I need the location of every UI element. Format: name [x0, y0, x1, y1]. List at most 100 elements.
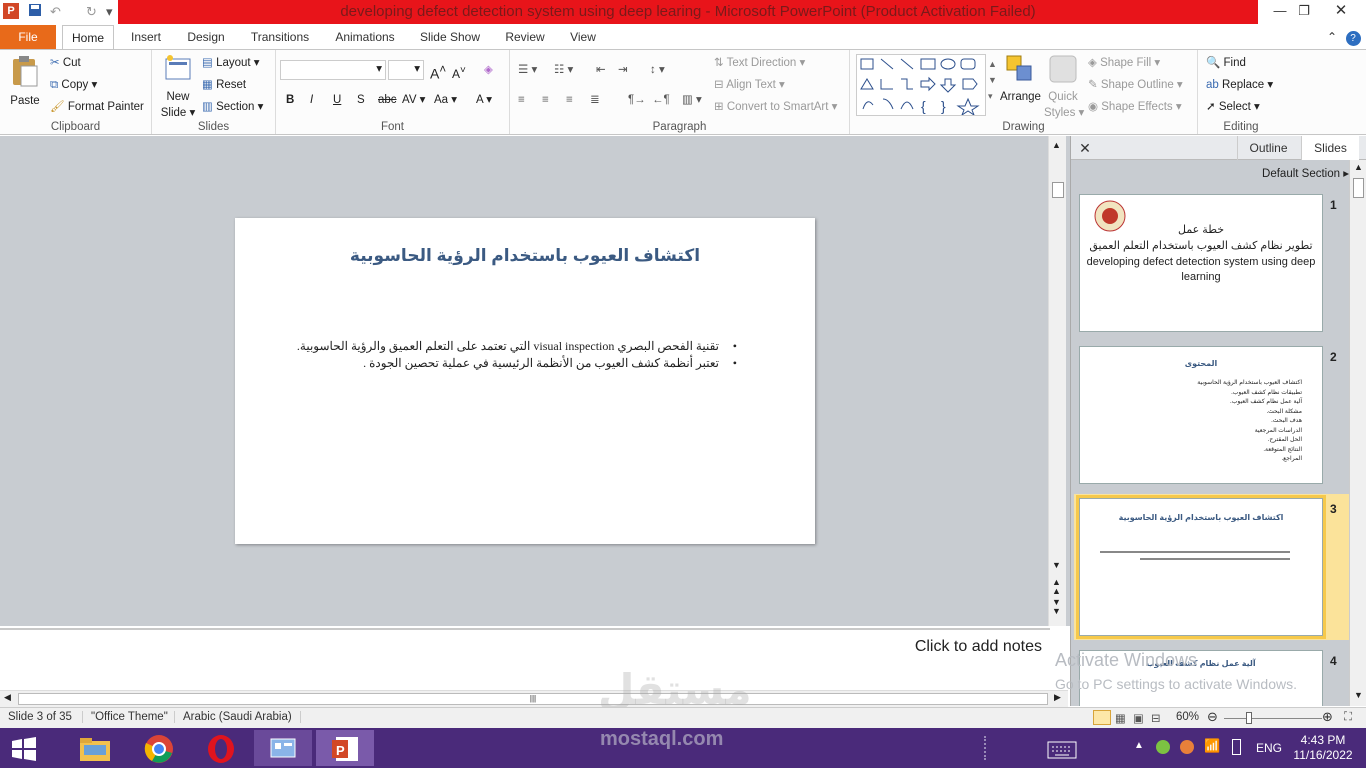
shape-fill-button[interactable]: ◈ Shape Fill ▾	[1088, 55, 1160, 71]
fit-to-window-icon[interactable]: ⛶	[1344, 711, 1352, 724]
tab-file[interactable]: File	[0, 25, 56, 49]
taskbar-chrome[interactable]	[130, 730, 188, 766]
start-button[interactable]	[0, 730, 48, 766]
rtl-icon[interactable]: ←¶	[652, 92, 670, 108]
taskbar-file-explorer[interactable]	[66, 730, 124, 766]
underline-icon[interactable]: U	[333, 92, 341, 108]
slide-bullet-1[interactable]: تقنية الفحص البصري visual inspection الت…	[297, 339, 737, 354]
taskbar-control-panel[interactable]	[254, 730, 312, 766]
font-name-select[interactable]: ▾	[280, 60, 386, 80]
slide-thumbnail-2[interactable]: المحتوى اكتشاف العيوب باستخدام الرؤية ال…	[1079, 346, 1323, 484]
tray-app-icon[interactable]	[1156, 740, 1170, 754]
pane-scroll-thumb[interactable]	[1353, 178, 1364, 198]
slide-bullet-2[interactable]: تعتبر أنظمة كشف العيوب من الأنظمة الرئيس…	[363, 356, 737, 371]
scroll-right-icon[interactable]: ▶	[1054, 692, 1061, 703]
zoom-in-icon[interactable]: ⊕	[1322, 709, 1333, 725]
pane-scroll-down-icon[interactable]: ▼	[1354, 690, 1363, 700]
section-button[interactable]: ▥ Section ▾	[202, 99, 263, 115]
tab-slide-show[interactable]: Slide Show	[414, 25, 486, 49]
grow-font-icon[interactable]: A˄	[430, 62, 446, 82]
close-pane-icon[interactable]: ✕	[1077, 136, 1093, 160]
tab-slides[interactable]: Slides	[1301, 136, 1359, 160]
italic-icon[interactable]: I	[310, 92, 313, 108]
tab-home[interactable]: Home	[62, 25, 114, 50]
battery-icon[interactable]	[1232, 739, 1241, 755]
undo-icon[interactable]: ↶	[50, 3, 61, 21]
language-indicator[interactable]: Arabic (Saudi Arabia)	[174, 711, 301, 723]
convert-smartart-button[interactable]: ⊞ Convert to SmartArt ▾	[714, 99, 837, 115]
format-painter-button[interactable]: 🖌 Format Painter	[50, 99, 144, 115]
ribbon-collapse-icon[interactable]: ⌃	[1322, 25, 1342, 49]
copy-button[interactable]: ⧉ Copy ▾	[50, 77, 97, 93]
theme-name[interactable]: "Office Theme"	[82, 711, 168, 723]
slide-thumbnail-1[interactable]: خطة عمل تطوير نظام كشف العيوب باستخدام ا…	[1079, 194, 1323, 332]
bullets-icon[interactable]: ☰ ▾	[518, 62, 537, 78]
previous-slide-icon[interactable]: ▲ ▲	[1052, 578, 1061, 596]
redo-icon[interactable]: ↻	[86, 3, 97, 21]
close-button[interactable]: ✕	[1316, 0, 1366, 22]
align-text-button[interactable]: ⊟ Align Text ▾	[714, 77, 785, 93]
tab-view[interactable]: View	[563, 25, 603, 49]
numbering-icon[interactable]: ☷ ▾	[554, 62, 573, 78]
tab-insert[interactable]: Insert	[124, 25, 168, 49]
shape-outline-button[interactable]: ✎ Shape Outline ▾	[1088, 77, 1183, 93]
reading-view-icon[interactable]: ▣	[1133, 711, 1144, 725]
text-direction-button[interactable]: ⇅ Text Direction ▾	[714, 55, 805, 71]
slide-vertical-scrollbar[interactable]: ▲ ▼ ▲ ▲ ▼ ▼	[1048, 136, 1066, 626]
gallery-scroll-icon[interactable]: ▲ ▼ ▾	[988, 56, 997, 104]
strikethrough-icon[interactable]: abc	[378, 92, 397, 108]
restore-button[interactable]: ❐	[1292, 0, 1316, 22]
zoom-slider-thumb[interactable]	[1246, 712, 1252, 724]
scroll-left-icon[interactable]: ◀	[4, 692, 11, 703]
help-icon[interactable]: ?	[1344, 25, 1362, 49]
bold-icon[interactable]: B	[286, 92, 294, 108]
shapes-gallery[interactable]: {}	[856, 54, 986, 117]
horizontal-scroll-thumb[interactable]: |||	[18, 693, 1048, 705]
tab-transitions[interactable]: Transitions	[245, 25, 315, 49]
notes-pane[interactable]: Click to add notes	[0, 628, 1050, 688]
new-slide-button[interactable]: New Slide ▾	[160, 54, 196, 121]
normal-view-icon[interactable]	[1093, 710, 1111, 725]
powerpoint-app-icon[interactable]: P	[3, 3, 19, 19]
slide-title[interactable]: اكتشاف العيوب باستخدام الرؤية الحاسوبية	[235, 246, 815, 266]
scroll-down-icon[interactable]: ▼	[1052, 560, 1061, 570]
minimize-button[interactable]: —	[1268, 0, 1292, 22]
reset-button[interactable]: ▦ Reset	[202, 77, 246, 93]
slide-thumbnail-3[interactable]: اكتشاف العيوب باستخدام الرؤية الحاسوبية	[1076, 495, 1326, 639]
font-size-select[interactable]: ▾	[388, 60, 424, 80]
align-center-icon[interactable]: ≡	[542, 92, 549, 108]
zoom-slider[interactable]	[1224, 718, 1322, 719]
layout-button[interactable]: ▤ Layout ▾	[202, 55, 260, 71]
clock[interactable]: 4:43 PM 11/16/2022	[1292, 733, 1354, 763]
arrange-button[interactable]: Arrange	[1000, 54, 1041, 105]
pane-scroll-up-icon[interactable]: ▲	[1354, 162, 1363, 172]
replace-button[interactable]: ab Replace ▾	[1206, 77, 1273, 93]
zoom-level[interactable]: 60%	[1176, 711, 1199, 723]
decrease-indent-icon[interactable]: ⇤	[596, 62, 606, 78]
notes-placeholder[interactable]: Click to add notes	[915, 638, 1042, 656]
quick-styles-button[interactable]: Quick Styles ▾	[1044, 54, 1084, 121]
slide-sorter-icon[interactable]: ▦	[1115, 711, 1126, 725]
shrink-font-icon[interactable]: A˅	[452, 63, 466, 82]
change-case-icon[interactable]: Aa ▾	[434, 92, 457, 108]
scroll-up-icon[interactable]: ▲	[1052, 140, 1061, 150]
network-icon[interactable]: 📶	[1204, 738, 1220, 754]
clear-formatting-icon[interactable]: ◈	[484, 62, 493, 78]
ltr-icon[interactable]: ¶→	[628, 92, 646, 108]
tray-expand-icon[interactable]: ▲	[1134, 740, 1144, 751]
taskbar-opera[interactable]	[192, 730, 250, 766]
current-slide[interactable]: اكتشاف العيوب باستخدام الرؤية الحاسوبية …	[235, 218, 815, 544]
find-button[interactable]: 🔍 Find	[1206, 55, 1246, 71]
line-spacing-icon[interactable]: ↕ ▾	[650, 62, 665, 78]
shadow-icon[interactable]: S	[357, 92, 365, 108]
align-right-icon[interactable]: ≡	[566, 92, 573, 108]
keyboard-icon[interactable]	[1042, 730, 1082, 766]
horizontal-scrollbar[interactable]: ◀ ||| ▶	[0, 690, 1068, 707]
save-icon[interactable]	[28, 3, 42, 21]
columns-icon[interactable]: ▥ ▾	[682, 92, 702, 108]
default-section-header[interactable]: Default Section ▸	[1071, 166, 1349, 184]
pane-scrollbar[interactable]: ▲ ▼	[1349, 160, 1366, 706]
align-left-icon[interactable]: ≡	[518, 92, 525, 108]
tab-review[interactable]: Review	[500, 25, 550, 49]
justify-icon[interactable]: ≣	[590, 92, 600, 108]
